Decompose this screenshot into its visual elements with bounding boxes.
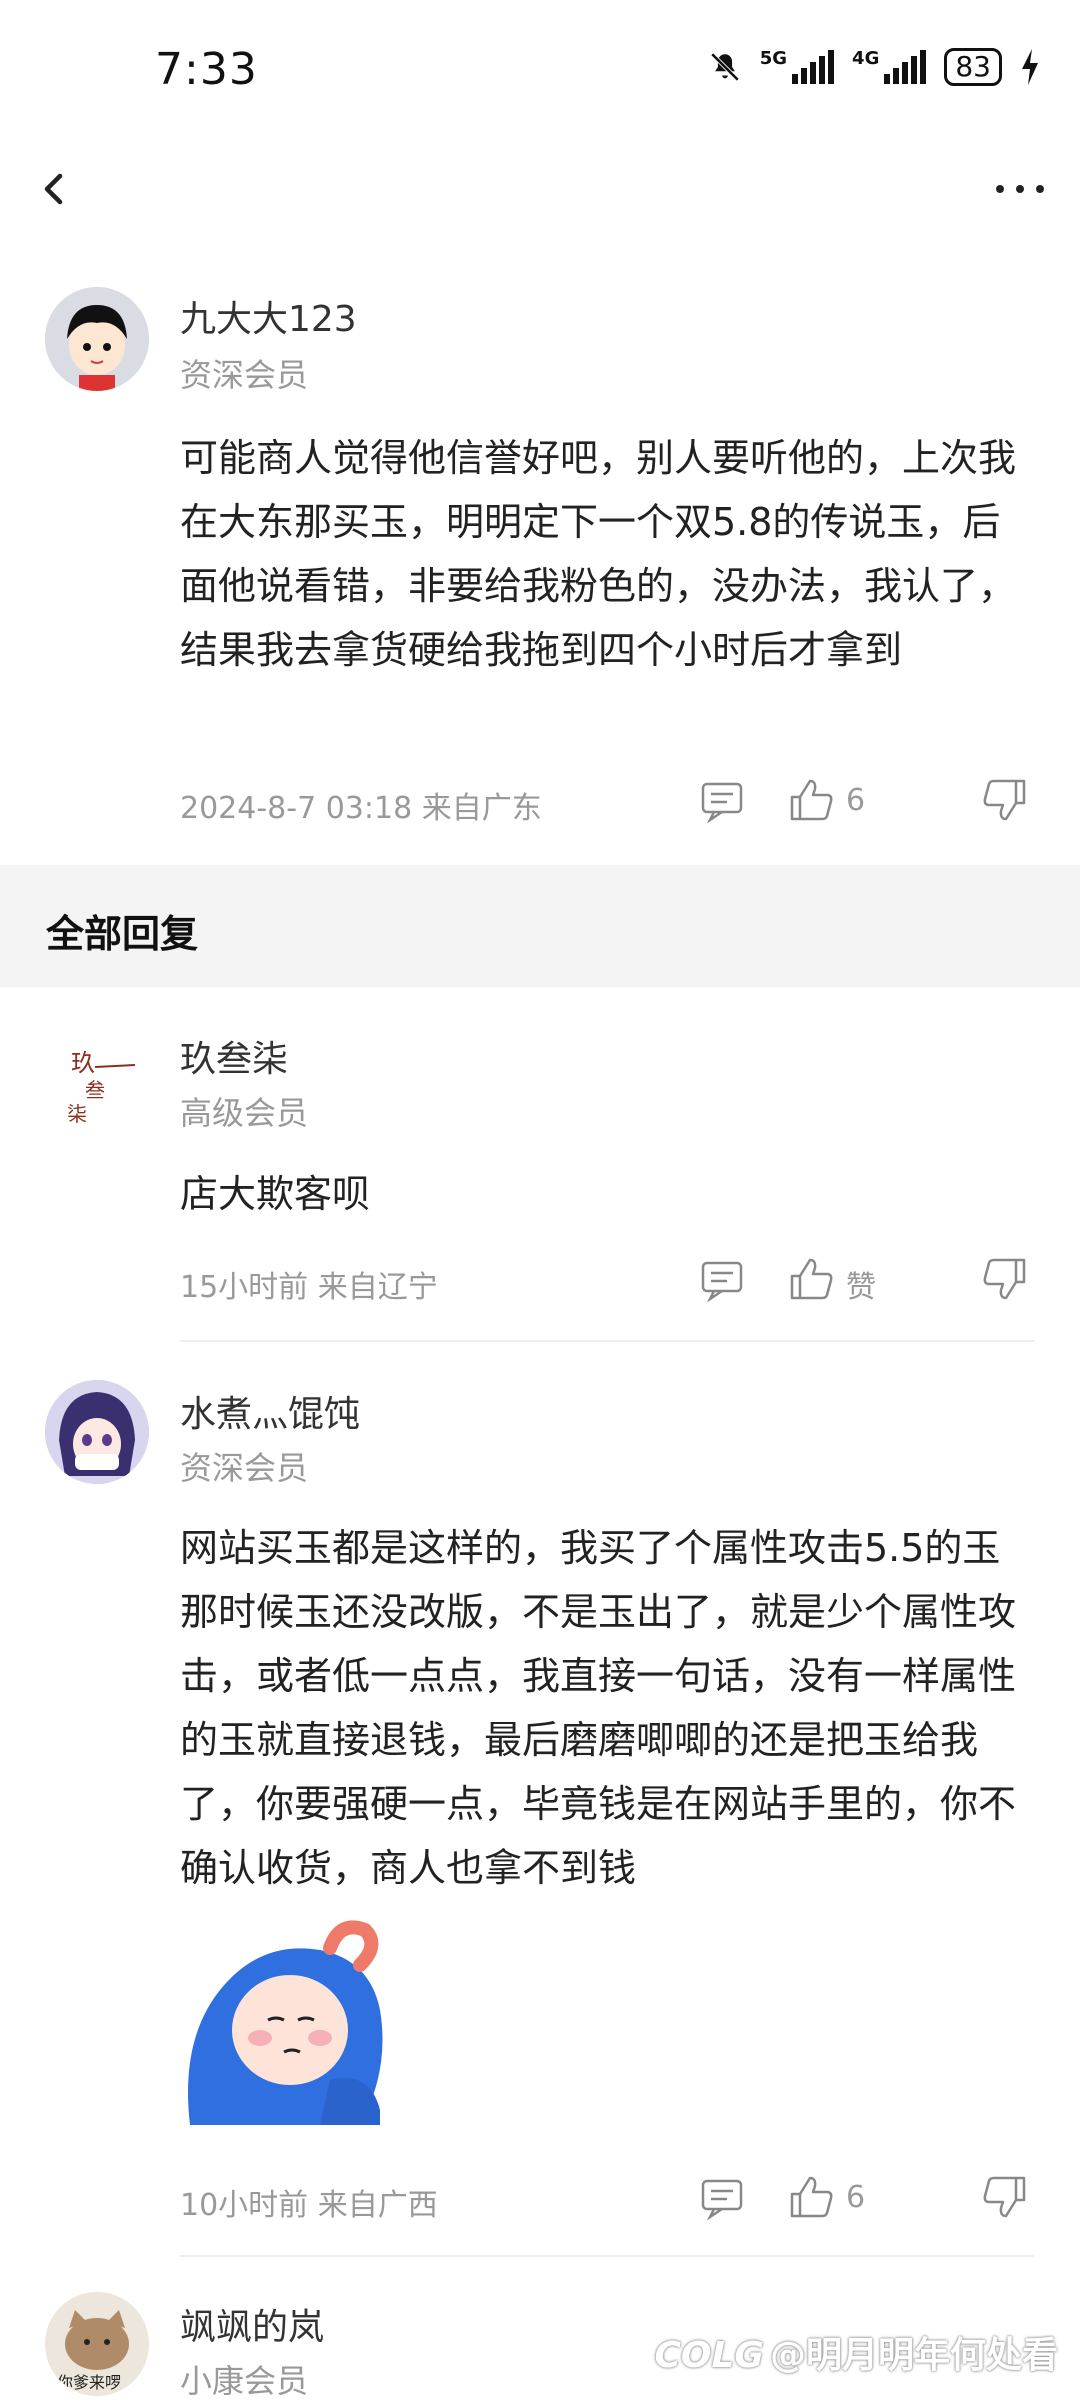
comment-text: 店大欺客呗 bbox=[180, 1172, 371, 1216]
svg-text:玖: 玖 bbox=[71, 1049, 95, 1077]
avatar-image bbox=[45, 287, 149, 391]
signal-4g-icon: 4G bbox=[852, 50, 927, 84]
member-rank: 小康会员 bbox=[180, 2362, 309, 2400]
status-time: 7:33 bbox=[155, 44, 258, 95]
member-rank: 资深会员 bbox=[180, 1449, 309, 1487]
like-count: 6 bbox=[846, 783, 866, 818]
avatar[interactable]: 玖 叁 柒 bbox=[45, 1025, 149, 1129]
status-icons: 5G 4G 83 bbox=[708, 48, 1040, 86]
avatar-image: 玖 叁 柒 bbox=[45, 1025, 149, 1129]
member-rank: 高级会员 bbox=[180, 1094, 309, 1132]
charging-icon bbox=[1022, 49, 1038, 85]
username[interactable]: 水煮灬馄饨 bbox=[180, 1385, 360, 1437]
battery-indicator: 83 bbox=[944, 48, 1002, 86]
avatar[interactable] bbox=[45, 287, 149, 391]
svg-text:叁: 叁 bbox=[85, 1078, 105, 1102]
comment-text: 可能商人觉得他信誉好吧，别人要听他的，上次我在大东那买玉，明明定下一个双5.8的… bbox=[180, 436, 1017, 672]
dislike-icon[interactable] bbox=[980, 1254, 1030, 1304]
comment-icon[interactable] bbox=[700, 2176, 744, 2220]
username[interactable]: 玖叁柒 bbox=[180, 1030, 288, 1082]
watermark-logo: COLG bbox=[654, 2335, 764, 2376]
avatar[interactable] bbox=[45, 1380, 149, 1484]
comment-meta: 2024-8-7 03:18 来自广东 bbox=[180, 791, 542, 826]
svg-text:柒: 柒 bbox=[67, 1102, 87, 1126]
comment-text: 网站买玉都是这样的，我买了个属性攻击5.5的玉那时候玉还没改版，不是玉出了，就是… bbox=[180, 1526, 1017, 1890]
avatar[interactable]: 你爹来啰 bbox=[45, 2292, 149, 2396]
dislike-icon[interactable] bbox=[980, 2172, 1030, 2222]
member-rank: 资深会员 bbox=[180, 356, 309, 394]
sticker-image bbox=[188, 1920, 383, 2125]
watermark: COLG @明月明年何处看 bbox=[654, 2326, 1058, 2378]
like-count: 6 bbox=[846, 2180, 866, 2215]
comment-actions: 6 bbox=[700, 773, 1030, 833]
comment-actions: 6 bbox=[700, 2170, 1030, 2230]
like-icon[interactable] bbox=[786, 1254, 836, 1304]
comment-actions: 赞 bbox=[700, 1252, 1030, 1312]
avatar-image: 你爹来啰 bbox=[45, 2292, 149, 2396]
comment-meta: 10小时前 来自广西 bbox=[180, 2188, 438, 2223]
mute-bell-icon bbox=[710, 52, 739, 82]
like-icon[interactable] bbox=[786, 2172, 836, 2222]
svg-text:你爹来啰: 你爹来啰 bbox=[57, 2373, 121, 2392]
signal-5g-icon: 5G bbox=[760, 50, 835, 84]
replies-section-header: 全部回复 bbox=[0, 865, 1080, 987]
back-arrow-icon[interactable] bbox=[30, 164, 80, 214]
status-bar: 7:33 5G 4G 83 bbox=[0, 0, 1080, 140]
divider bbox=[180, 2255, 1035, 2257]
divider bbox=[180, 1340, 1035, 1342]
more-options-icon[interactable] bbox=[990, 164, 1050, 214]
watermark-text: @明月明年何处看 bbox=[769, 2335, 1058, 2376]
avatar-image bbox=[45, 1380, 149, 1484]
username[interactable]: 飒飒的岚 bbox=[180, 2298, 324, 2350]
comment-icon[interactable] bbox=[700, 779, 744, 823]
nav-bar bbox=[0, 150, 1080, 230]
dislike-icon[interactable] bbox=[980, 775, 1030, 825]
section-title: 全部回复 bbox=[46, 912, 199, 956]
comment-meta: 15小时前 来自辽宁 bbox=[180, 1270, 438, 1305]
username[interactable]: 九大大123 bbox=[180, 290, 357, 342]
comment-icon[interactable] bbox=[700, 1258, 744, 1302]
like-count: 赞 bbox=[846, 1270, 876, 1305]
like-icon[interactable] bbox=[786, 775, 836, 825]
